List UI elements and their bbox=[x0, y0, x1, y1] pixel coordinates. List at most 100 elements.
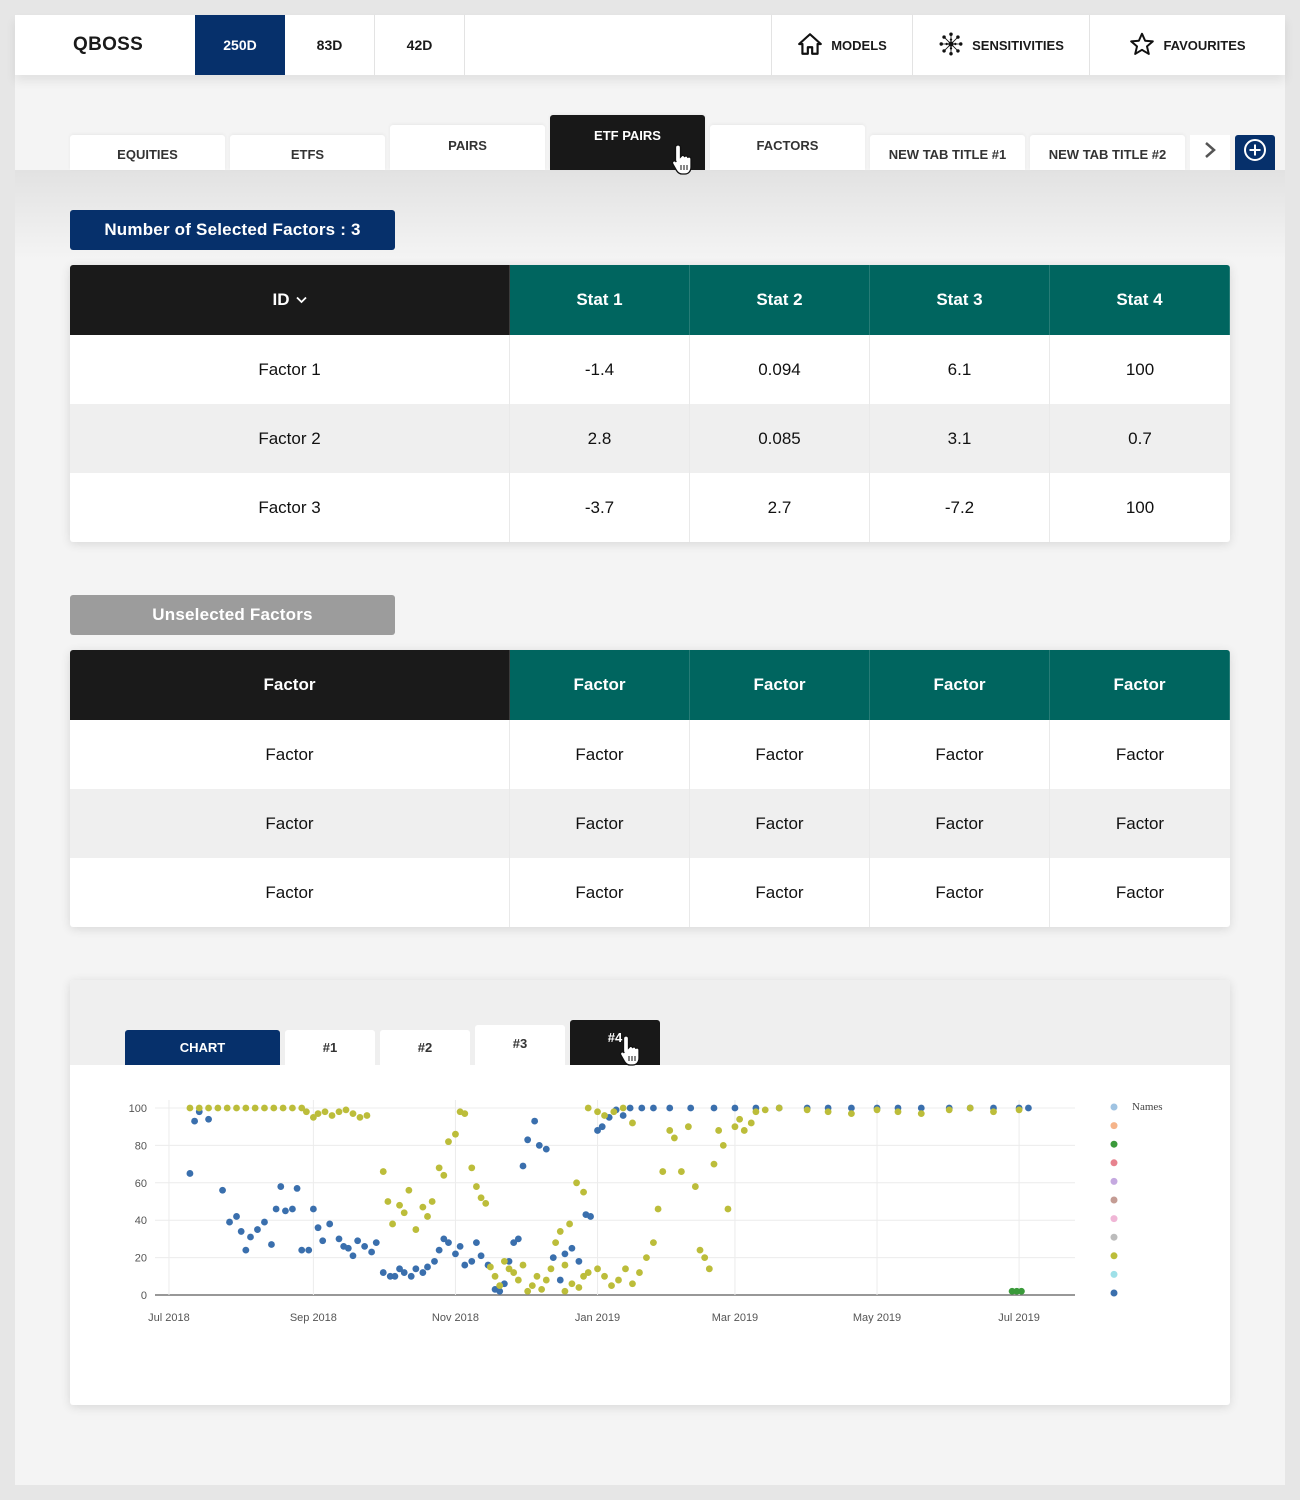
tab-new-tab-2[interactable]: NEW TAB TITLE #2 bbox=[1030, 135, 1185, 170]
factor-cell: Factor bbox=[870, 789, 1050, 858]
factor-column-header[interactable]: Factor bbox=[70, 650, 510, 720]
add-tab-button[interactable] bbox=[1235, 135, 1275, 170]
factor-cell: Factor bbox=[690, 858, 870, 927]
data-point bbox=[242, 1104, 250, 1112]
chart-tab-3[interactable]: #3 bbox=[475, 1025, 565, 1065]
sensitivities-button[interactable]: SENSITIVITIES bbox=[912, 15, 1089, 75]
data-point bbox=[945, 1106, 953, 1114]
data-point bbox=[468, 1257, 476, 1265]
data-point bbox=[400, 1209, 408, 1217]
data-point bbox=[268, 1241, 275, 1248]
data-point bbox=[638, 1104, 646, 1112]
table-row[interactable]: Factor Factor Factor Factor Factor bbox=[70, 789, 1230, 858]
factor-column-header[interactable]: Factor bbox=[1050, 650, 1230, 720]
id-column-header[interactable]: ID bbox=[70, 265, 510, 335]
data-point bbox=[242, 1246, 250, 1254]
data-point bbox=[233, 1213, 240, 1220]
data-point bbox=[568, 1244, 576, 1252]
data-point bbox=[643, 1254, 650, 1261]
factor-cell: Factor bbox=[1115, 813, 1165, 833]
data-point bbox=[349, 1110, 357, 1118]
data-point bbox=[601, 1112, 608, 1119]
chart-tab-4[interactable]: #4 bbox=[570, 1020, 660, 1065]
tab-pairs[interactable]: PAIRS bbox=[390, 125, 545, 170]
table-row[interactable]: Factor Factor Factor Factor Factor bbox=[70, 720, 1230, 789]
chart-tab-2[interactable]: #2 bbox=[380, 1030, 470, 1065]
data-point bbox=[435, 1246, 443, 1254]
data-point bbox=[561, 1250, 569, 1258]
period-250d-button[interactable]: 250D bbox=[195, 15, 285, 75]
factor-cell: Factor bbox=[70, 789, 510, 858]
data-point bbox=[552, 1239, 560, 1247]
stat-cell: 0.085 bbox=[690, 404, 870, 473]
period-42d-button[interactable]: 42D bbox=[375, 15, 465, 75]
models-button[interactable]: MODELS bbox=[771, 15, 912, 75]
data-point bbox=[261, 1218, 268, 1226]
data-point bbox=[894, 1108, 902, 1116]
data-point bbox=[237, 1228, 245, 1235]
table-row[interactable]: Factor 2 2.8 0.085 3.1 0.7 bbox=[70, 404, 1230, 473]
x-tick-label: Jul 2018 bbox=[148, 1312, 190, 1324]
tab-etfs[interactable]: ETFS bbox=[230, 135, 385, 170]
chart-tab-chart[interactable]: CHART bbox=[125, 1030, 280, 1065]
chart-tab-1[interactable]: #1 bbox=[285, 1030, 375, 1065]
factor-column-header[interactable]: Factor bbox=[870, 650, 1050, 720]
stat3-column-header[interactable]: Stat 3 bbox=[870, 265, 1050, 335]
table-row[interactable]: Factor 3 -3.7 2.7 -7.2 100 bbox=[70, 473, 1230, 542]
data-point bbox=[251, 1104, 259, 1112]
tab-equities[interactable]: EQUITIES bbox=[70, 135, 225, 170]
tab-factors[interactable]: FACTORS bbox=[710, 125, 865, 170]
tabs-next-button[interactable] bbox=[1190, 135, 1230, 170]
chevron-down-icon bbox=[295, 293, 307, 307]
legend-swatch bbox=[1110, 1103, 1118, 1111]
data-point bbox=[731, 1104, 739, 1112]
data-point bbox=[424, 1213, 431, 1220]
data-point bbox=[214, 1104, 222, 1112]
data-point bbox=[335, 1235, 343, 1243]
tab-new-tab-1[interactable]: NEW TAB TITLE #1 bbox=[870, 135, 1025, 170]
table-row[interactable]: Factor Factor Factor Factor Factor bbox=[70, 858, 1230, 927]
stat-cell: 100 bbox=[1125, 359, 1155, 379]
data-point bbox=[482, 1199, 490, 1207]
data-point bbox=[289, 1104, 296, 1112]
factor-column-header[interactable]: Factor bbox=[690, 650, 870, 720]
data-point bbox=[610, 1108, 618, 1116]
stat4-column-header[interactable]: Stat 4 bbox=[1050, 265, 1230, 335]
factor-id-cell: Factor 2 bbox=[70, 404, 510, 473]
data-point bbox=[223, 1104, 231, 1112]
hand-cursor-icon bbox=[618, 1034, 644, 1068]
factor-cell: Factor bbox=[70, 720, 510, 789]
data-point bbox=[477, 1252, 485, 1260]
favourites-label: FAVOURITES bbox=[1163, 37, 1246, 53]
data-point bbox=[636, 1269, 643, 1276]
hand-cursor-icon bbox=[670, 143, 696, 177]
data-point bbox=[594, 1108, 601, 1116]
factor-column-header[interactable]: Factor bbox=[510, 650, 690, 720]
data-point bbox=[736, 1115, 744, 1123]
legend-swatch bbox=[1110, 1140, 1118, 1148]
data-point bbox=[580, 1188, 587, 1196]
data-point bbox=[696, 1246, 704, 1254]
data-point bbox=[186, 1170, 194, 1177]
period-83d-button[interactable]: 83D bbox=[285, 15, 375, 75]
data-point bbox=[363, 1112, 371, 1119]
stat-cell: -1.4 bbox=[510, 335, 690, 404]
data-point bbox=[556, 1276, 564, 1284]
scatter-chart[interactable]: 0 20 40 60 80 100 Jul 2018 Sep 2018 Nov 2018 Jan … bbox=[70, 1065, 1230, 1405]
data-point bbox=[372, 1239, 380, 1247]
data-point bbox=[314, 1224, 322, 1232]
data-point bbox=[568, 1280, 576, 1288]
data-point bbox=[587, 1213, 594, 1220]
table-row[interactable]: Factor 1 -1.4 0.094 6.1 100 bbox=[70, 335, 1230, 404]
data-point bbox=[566, 1220, 573, 1228]
data-point bbox=[445, 1138, 452, 1146]
data-point bbox=[379, 1168, 387, 1175]
data-point bbox=[848, 1110, 855, 1118]
stat-cell: 0.094 bbox=[690, 335, 870, 404]
favourites-button[interactable]: FAVOURITES bbox=[1089, 15, 1285, 75]
data-point bbox=[650, 1104, 657, 1112]
data-point bbox=[538, 1285, 546, 1293]
data-point bbox=[342, 1106, 350, 1114]
stat2-column-header[interactable]: Stat 2 bbox=[690, 265, 870, 335]
stat1-column-header[interactable]: Stat 1 bbox=[510, 265, 690, 335]
